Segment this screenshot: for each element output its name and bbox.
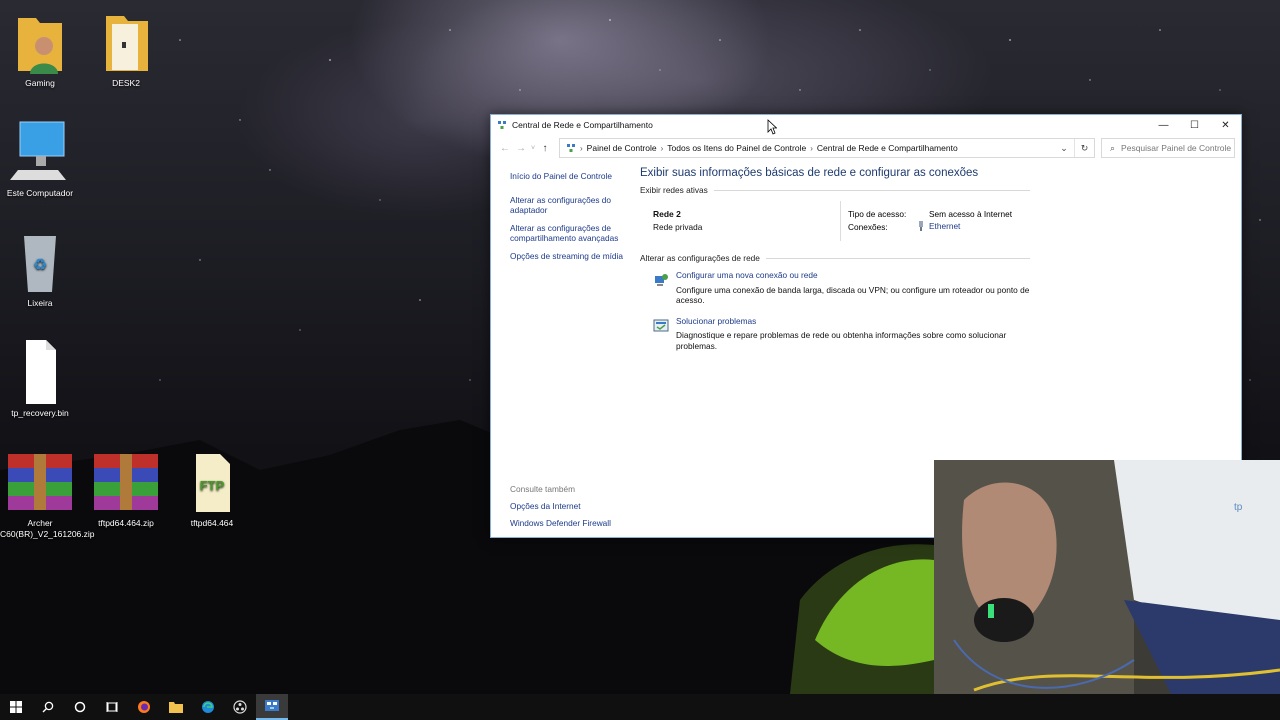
folder-user-icon	[10, 10, 70, 74]
sidebar: Início do Painel de Controle Alterar as …	[510, 171, 630, 269]
desktop-icon-desk2[interactable]: DESK2	[86, 10, 166, 89]
desktop-icon-este-computador[interactable]: Este Computador	[0, 120, 80, 199]
chevron-right-icon: ›	[810, 143, 813, 153]
folder-icon	[96, 10, 156, 74]
obs-icon[interactable]	[224, 694, 256, 720]
access-type-value: Sem acesso à Internet	[929, 209, 1013, 219]
control-panel-icon[interactable]	[256, 694, 288, 720]
winrar-archive-icon	[8, 450, 72, 514]
change-settings-section: Alterar as configurações de rede	[640, 253, 1030, 263]
recycle-bin-icon: ♻	[10, 230, 70, 294]
active-networks-label: Exibir redes ativas	[640, 185, 708, 195]
main-panel: Exibir suas informações básicas de rede …	[640, 167, 1030, 351]
new-connection-desc: Configure uma conexão de banda larga, di…	[676, 284, 1030, 306]
chevron-down-icon[interactable]: ⌄	[1054, 139, 1074, 157]
svg-text:♻: ♻	[33, 257, 47, 274]
task-troubleshoot: Solucionar problemas Diagnostique e repa…	[640, 316, 1030, 352]
file-icon	[10, 340, 70, 404]
see-also-defender-firewall[interactable]: Windows Defender Firewall	[510, 518, 611, 528]
navigation-bar: ← → ˅ ↑ › Painel de Controle › Todos os …	[491, 135, 1241, 161]
start-icon[interactable]	[0, 694, 32, 720]
change-settings-label: Alterar as configurações de rede	[640, 253, 760, 263]
network-type: Rede privada	[653, 222, 703, 232]
desktop-icon-label: tftpd64.464	[190, 518, 234, 528]
sidebar-link-advanced-sharing[interactable]: Alterar as configurações de compartilham…	[510, 223, 630, 243]
svg-text:tp: tp	[1234, 502, 1243, 513]
active-networks-section: Exibir redes ativas	[640, 185, 1030, 195]
webcam-overlay: tp	[934, 460, 1280, 720]
up-arrow-icon[interactable]: ↑	[537, 143, 553, 154]
minimize-button[interactable]: —	[1148, 115, 1179, 135]
maximize-button[interactable]: ☐	[1179, 115, 1210, 135]
desktop-icon-label: Archer C60(BR)_V2_161206.zip	[0, 518, 95, 539]
chevron-right-icon: ›	[660, 143, 664, 153]
refresh-icon[interactable]: ↻	[1074, 139, 1094, 157]
breadcrumb-central-de-rede[interactable]: Central de Rede e Compartilhamento	[817, 143, 958, 153]
ethernet-label: Ethernet	[929, 221, 961, 231]
desktop-icon-label: tp_recovery.bin	[11, 408, 69, 418]
see-also-header: Consulte também	[510, 484, 576, 494]
chevron-right-icon: ›	[580, 143, 583, 153]
forward-arrow-icon[interactable]: →	[513, 143, 529, 154]
close-button[interactable]: ✕	[1210, 115, 1241, 135]
desktop-icon-label: Este Computador	[6, 188, 74, 198]
window-title: Central de Rede e Compartilhamento	[512, 120, 653, 130]
title-bar[interactable]: Central de Rede e Compartilhamento — ☐ ✕	[491, 115, 1241, 135]
sidebar-link-media-streaming[interactable]: Opções de streaming de mídia	[510, 251, 630, 261]
see-also-section: Consulte também Opções da Internet Windo…	[510, 484, 611, 535]
search-placeholder: Pesquisar Painel de Controle	[1121, 143, 1232, 153]
desktop-icon-tftpd-zip[interactable]: tftpd64.464.zip	[86, 450, 166, 529]
svg-text:FTP: FTP	[200, 478, 225, 493]
back-arrow-icon[interactable]: ←	[497, 143, 513, 154]
troubleshoot-desc: Diagnostique e repare problemas de rede …	[676, 330, 1007, 351]
desktop-icon-tp-recovery[interactable]: tp_recovery.bin	[0, 340, 80, 419]
ethernet-connection-link[interactable]: Ethernet	[917, 221, 960, 231]
desktop-icon-lixeira[interactable]: ♻ Lixeira	[0, 230, 80, 309]
desktop-icon-tftpd[interactable]: FTP tftpd64.464	[172, 450, 252, 529]
sidebar-link-adapter-settings[interactable]: Alterar as configurações do adaptador	[510, 195, 630, 215]
see-also-internet-options[interactable]: Opções da Internet	[510, 501, 611, 511]
control-panel-icon	[567, 144, 575, 152]
access-type-label: Tipo de acesso:	[848, 209, 907, 219]
desktop-icon-label: Lixeira	[27, 298, 53, 308]
tftp-app-icon: FTP	[182, 450, 242, 514]
winrar-archive-icon	[94, 450, 158, 514]
network-center-icon	[498, 121, 506, 129]
new-connection-icon	[655, 274, 668, 286]
desktop-icon-label: Gaming	[25, 78, 55, 88]
edge-icon[interactable]	[192, 694, 224, 720]
desktop-icon-archer-zip[interactable]: Archer C60(BR)_V2_161206.zip	[0, 450, 95, 540]
ethernet-icon	[919, 221, 923, 231]
network-name: Rede 2	[653, 209, 681, 219]
troubleshoot-link[interactable]: Solucionar problemas	[676, 316, 1030, 327]
address-bar[interactable]: › Painel de Controle › Todos os Itens do…	[559, 138, 1095, 158]
desktop-icon-gaming[interactable]: Gaming	[0, 10, 80, 89]
search-icon[interactable]	[32, 694, 64, 720]
firefox-icon[interactable]	[128, 694, 160, 720]
task-view-icon[interactable]	[96, 694, 128, 720]
cortana-icon[interactable]	[64, 694, 96, 720]
search-icon: ⌕	[1110, 142, 1116, 153]
search-input[interactable]: ⌕ Pesquisar Painel de Controle	[1101, 138, 1235, 158]
sidebar-link-home[interactable]: Início do Painel de Controle	[510, 171, 630, 181]
new-connection-link[interactable]: Configurar uma nova conexão ou rede	[676, 270, 1030, 281]
breadcrumb-painel-de-controle[interactable]: Painel de Controle	[587, 143, 657, 153]
desktop-icon-label: DESK2	[112, 78, 140, 88]
troubleshoot-icon	[653, 319, 669, 331]
desktop-icon-label: tftpd64.464.zip	[98, 518, 154, 528]
mouse-cursor-icon	[767, 119, 777, 135]
breadcrumb-todos-os-itens[interactable]: Todos os Itens do Painel de Controle	[667, 143, 806, 153]
computer-icon	[10, 120, 70, 184]
connections-label: Conexões:	[848, 222, 888, 232]
taskbar	[0, 694, 1280, 720]
task-new-connection: Configurar uma nova conexão ou rede Conf…	[640, 270, 1030, 306]
recent-locations-icon[interactable]: ˅	[529, 145, 537, 152]
network-info: Rede 2 Rede privada Tipo de acesso: Sem …	[640, 201, 1030, 253]
page-title: Exibir suas informações básicas de rede …	[640, 167, 979, 179]
file-explorer-icon[interactable]	[160, 694, 192, 720]
